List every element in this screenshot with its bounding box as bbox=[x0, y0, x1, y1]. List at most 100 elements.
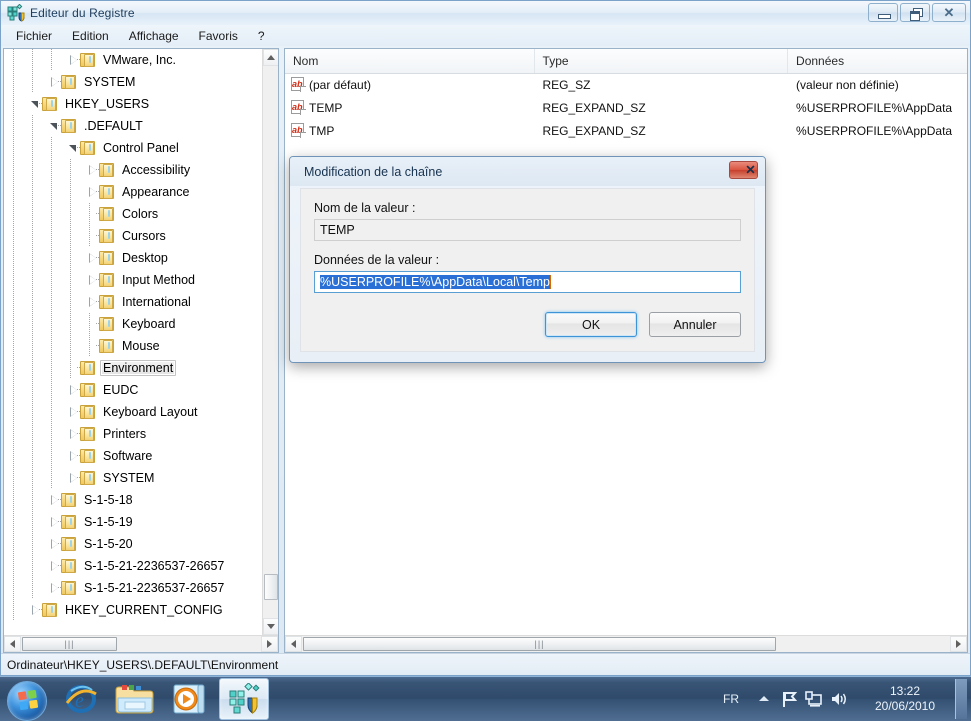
tree-hscroll-thumb[interactable]: ||| bbox=[22, 637, 117, 651]
taskbar-button-windows-media-player[interactable] bbox=[165, 679, 213, 719]
tree-node[interactable]: Printers bbox=[4, 423, 262, 445]
minimize-button[interactable] bbox=[868, 3, 898, 22]
action-center-flag-icon[interactable] bbox=[778, 688, 800, 710]
tree-node[interactable]: SYSTEM bbox=[4, 71, 262, 93]
tree-node[interactable]: Cursors bbox=[4, 225, 262, 247]
expand-collapsed-icon[interactable] bbox=[50, 77, 59, 87]
restore-button[interactable] bbox=[900, 3, 930, 22]
table-row[interactable]: ab TEMP REG_EXPAND_SZ %USERPROFILE%\AppData bbox=[285, 96, 967, 119]
expand-collapsed-icon[interactable] bbox=[50, 517, 59, 527]
expand-collapsed-icon[interactable] bbox=[50, 539, 59, 549]
value-data-field[interactable]: %USERPROFILE%\AppData\Local\Temp bbox=[314, 271, 741, 293]
taskbar-button-registry-editor[interactable] bbox=[219, 678, 269, 720]
tree-indent bbox=[23, 181, 42, 203]
network-icon[interactable] bbox=[803, 688, 825, 710]
tree-node[interactable]: Control Panel bbox=[4, 137, 262, 159]
expand-collapsed-icon[interactable] bbox=[88, 275, 97, 285]
tree-node[interactable]: Environment bbox=[4, 357, 262, 379]
expand-collapsed-icon[interactable] bbox=[69, 407, 78, 417]
expand-collapsed-icon[interactable] bbox=[88, 187, 97, 197]
expand-expanded-icon[interactable] bbox=[31, 100, 40, 109]
list-hscroll-thumb[interactable]: ||| bbox=[303, 637, 776, 651]
menu-item-edition[interactable]: Edition bbox=[63, 27, 118, 45]
menu-item-affichage[interactable]: Affichage bbox=[120, 27, 188, 45]
tree-node[interactable]: Appearance bbox=[4, 181, 262, 203]
tree-node[interactable]: Desktop bbox=[4, 247, 262, 269]
expand-collapsed-icon[interactable] bbox=[50, 583, 59, 593]
scroll-left-button[interactable] bbox=[4, 636, 21, 652]
expand-expanded-icon[interactable] bbox=[50, 122, 59, 131]
tree-vscroll-thumb[interactable] bbox=[264, 574, 278, 600]
list-scroll-right-button[interactable] bbox=[950, 636, 967, 652]
value-name-field[interactable]: TEMP bbox=[314, 219, 741, 241]
ok-button[interactable]: OK bbox=[545, 312, 637, 337]
tree-node[interactable]: Input Method bbox=[4, 269, 262, 291]
folder-icon bbox=[99, 207, 115, 221]
list-scroll-left-button[interactable] bbox=[285, 636, 302, 652]
tree-node[interactable]: Colors bbox=[4, 203, 262, 225]
tree-node[interactable]: S-1-5-21-2236537-26657 bbox=[4, 577, 262, 599]
tray-language-indicator[interactable]: FR bbox=[723, 692, 739, 706]
scroll-down-button[interactable] bbox=[263, 618, 278, 635]
tree-vertical-scrollbar[interactable] bbox=[262, 49, 278, 635]
expand-collapsed-icon[interactable] bbox=[31, 605, 40, 615]
tree-node[interactable]: Mouse bbox=[4, 335, 262, 357]
close-icon: ✕ bbox=[745, 162, 756, 177]
tree-node[interactable]: Accessibility bbox=[4, 159, 262, 181]
column-header-type[interactable]: Type bbox=[535, 49, 789, 73]
close-button[interactable]: ✕ bbox=[932, 3, 966, 22]
expand-collapsed-icon[interactable] bbox=[88, 297, 97, 307]
taskbar-clock[interactable]: 13:22 20/06/2010 bbox=[861, 684, 949, 714]
tree-horizontal-scrollbar[interactable]: ||| bbox=[4, 635, 278, 652]
column-header-nom[interactable]: Nom bbox=[285, 49, 535, 73]
show-desktop-button[interactable] bbox=[955, 679, 967, 719]
tree-node[interactable]: Software bbox=[4, 445, 262, 467]
tree-node[interactable]: S-1-5-18 bbox=[4, 489, 262, 511]
scroll-right-button[interactable] bbox=[261, 636, 278, 652]
expand-expanded-icon[interactable] bbox=[69, 144, 78, 153]
expand-collapsed-icon[interactable] bbox=[50, 495, 59, 505]
tree-node[interactable]: SYSTEM bbox=[4, 467, 262, 489]
show-hidden-icons-button[interactable] bbox=[753, 688, 775, 710]
registry-tree[interactable]: VMware, Inc. SYSTEM HKEY_USERS .DEFAULT Cont… bbox=[4, 49, 262, 635]
tree-indent bbox=[80, 181, 100, 203]
cancel-button[interactable]: Annuler bbox=[649, 312, 741, 337]
tree-node[interactable]: .DEFAULT bbox=[4, 115, 262, 137]
expand-collapsed-icon[interactable] bbox=[69, 451, 78, 461]
menu-item-favoris[interactable]: Favoris bbox=[190, 27, 247, 45]
scroll-up-button[interactable] bbox=[263, 49, 278, 66]
taskbar-button-windows-explorer[interactable] bbox=[111, 679, 159, 719]
tree-node[interactable]: VMware, Inc. bbox=[4, 49, 262, 71]
tree-node[interactable]: HKEY_USERS bbox=[4, 93, 262, 115]
expand-collapsed-icon[interactable] bbox=[69, 385, 78, 395]
tree-node[interactable]: S-1-5-20 bbox=[4, 533, 262, 555]
column-header-donnees[interactable]: Données bbox=[788, 49, 967, 73]
menu-item-fichier[interactable]: Fichier bbox=[7, 27, 61, 45]
tree-node[interactable]: International bbox=[4, 291, 262, 313]
cell-type: REG_EXPAND_SZ bbox=[542, 123, 646, 138]
tree-node[interactable]: EUDC bbox=[4, 379, 262, 401]
dialog-close-button[interactable]: ✕ bbox=[729, 161, 758, 179]
expand-collapsed-icon[interactable] bbox=[69, 473, 78, 483]
tree-node-label: HKEY_USERS bbox=[65, 97, 150, 111]
tree-node-label: SYSTEM bbox=[84, 75, 136, 89]
expand-collapsed-icon[interactable] bbox=[88, 165, 97, 175]
start-button[interactable] bbox=[3, 679, 51, 721]
list-horizontal-scrollbar[interactable]: ||| bbox=[285, 635, 967, 652]
tree-node[interactable]: HKEY_CURRENT_CONFIG bbox=[4, 599, 262, 621]
tree-node[interactable]: Keyboard Layout bbox=[4, 401, 262, 423]
table-row[interactable]: ab (par défaut) REG_SZ (valeur non définie) bbox=[285, 73, 967, 96]
expand-collapsed-icon[interactable] bbox=[69, 429, 78, 439]
clock-date: 20/06/2010 bbox=[874, 699, 936, 713]
volume-icon[interactable] bbox=[828, 688, 850, 710]
tree-node[interactable]: Keyboard bbox=[4, 313, 262, 335]
menu-item-aide[interactable]: ? bbox=[249, 27, 274, 45]
table-row[interactable]: ab TMP REG_EXPAND_SZ %USERPROFILE%\AppData bbox=[285, 119, 967, 142]
expand-collapsed-icon[interactable] bbox=[88, 253, 97, 263]
cell-type: REG_EXPAND_SZ bbox=[542, 100, 646, 115]
tree-node[interactable]: S-1-5-19 bbox=[4, 511, 262, 533]
tree-node[interactable]: S-1-5-21-2236537-26657 bbox=[4, 555, 262, 577]
expand-collapsed-icon[interactable] bbox=[69, 55, 78, 65]
expand-collapsed-icon[interactable] bbox=[50, 561, 59, 571]
taskbar-button-internet-explorer[interactable]: e bbox=[57, 679, 105, 719]
